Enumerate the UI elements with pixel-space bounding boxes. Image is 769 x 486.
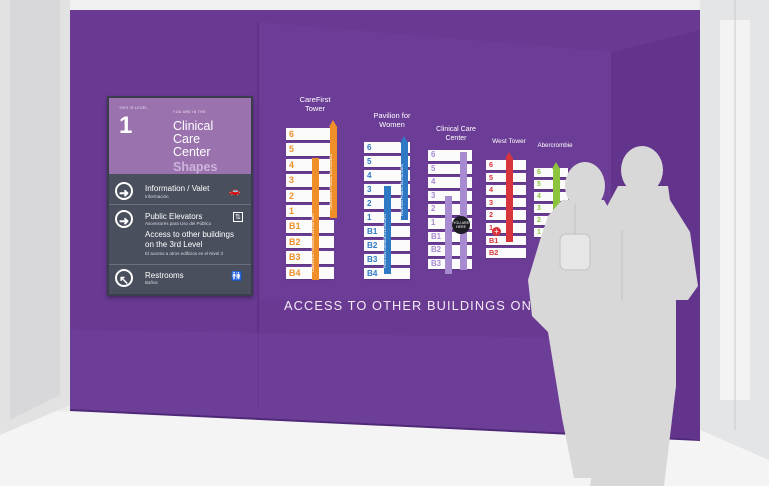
people-silhouettes bbox=[528, 146, 698, 486]
signage-scene: THIS IS LEVEL 1 YOU ARE IN THE Clinical … bbox=[0, 0, 769, 486]
